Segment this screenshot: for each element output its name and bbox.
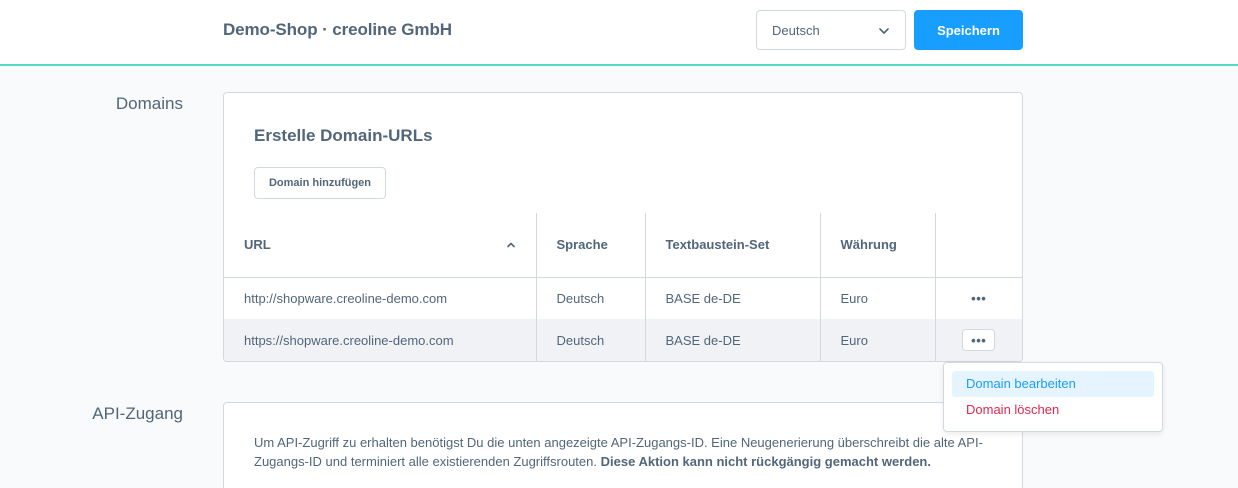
card-title: Erstelle Domain-URLs <box>254 126 433 145</box>
language-select[interactable]: Deutsch <box>756 10 906 50</box>
row-context-menu-button[interactable]: ••• <box>962 329 996 351</box>
table-row: https://shopware.creoline-demo.com Deuts… <box>224 319 1022 361</box>
cell-url: https://shopware.creoline-demo.com <box>224 319 537 361</box>
domains-table: URL Sprache Textbaustein-Set Währung htt… <box>224 213 1022 361</box>
cell-actions: ••• <box>935 319 1022 361</box>
api-description: Um API-Zugriff zu erhalten benötigst Du … <box>254 433 994 471</box>
cell-actions: ••• <box>935 277 1022 319</box>
language-select-value: Deutsch <box>772 23 820 38</box>
cell-url: http://shopware.creoline-demo.com <box>224 277 537 319</box>
add-domain-button[interactable]: Domain hinzufügen <box>254 167 386 199</box>
api-warning-text: Diese Aktion kann nicht rückgängig gemac… <box>600 454 931 469</box>
context-menu: Domain bearbeiten Domain löschen <box>943 362 1163 432</box>
column-header-currency[interactable]: Währung <box>820 213 936 278</box>
column-header-language[interactable]: Sprache <box>536 213 646 278</box>
domains-card: Erstelle Domain-URLs Domain hinzufügen U… <box>223 92 1023 362</box>
section-label-domains: Domains <box>115 94 183 113</box>
top-bar: Demo-Shop · creoline GmbH Deutsch Speich… <box>0 0 1238 66</box>
edit-domain-menu-item[interactable]: Domain bearbeiten <box>952 371 1154 397</box>
row-context-menu-button[interactable]: ••• <box>962 287 995 309</box>
cell-language: Deutsch <box>536 277 646 319</box>
cell-snippet-set: BASE de-DE <box>645 319 821 361</box>
table-row: http://shopware.creoline-demo.com Deutsc… <box>224 277 1022 319</box>
column-header-url[interactable]: URL <box>224 213 537 278</box>
delete-domain-menu-item[interactable]: Domain löschen <box>952 397 1154 423</box>
column-header-snippet-set[interactable]: Textbaustein-Set <box>645 213 821 278</box>
cell-currency: Euro <box>820 277 936 319</box>
sort-ascending-icon <box>506 242 515 248</box>
cell-language: Deutsch <box>536 319 646 361</box>
cell-currency: Euro <box>820 319 936 361</box>
save-button[interactable]: Speichern <box>914 10 1023 50</box>
table-header-row: URL Sprache Textbaustein-Set Währung <box>224 213 1022 278</box>
shop-title: Demo-Shop · creoline GmbH <box>223 20 452 39</box>
cell-snippet-set: BASE de-DE <box>645 277 821 319</box>
section-label-api: API-Zugang <box>92 404 183 423</box>
chevron-down-icon <box>879 28 889 34</box>
api-card: Um API-Zugriff zu erhalten benötigst Du … <box>223 402 1023 488</box>
column-header-actions <box>935 213 1022 278</box>
